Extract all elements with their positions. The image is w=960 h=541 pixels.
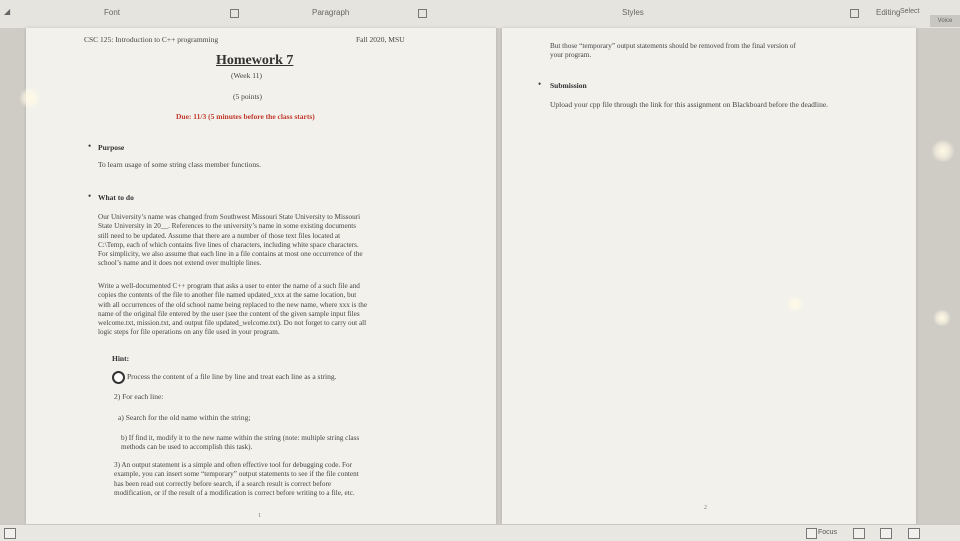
paragraph-1-line: Our University’s name was changed from S… [98,213,361,221]
paragraph-2-line: with all occurrences of the old school n… [98,300,368,309]
status-bar: Focus [0,524,960,541]
hint-step-2b-line: methods can be used to accomplish this t… [121,443,253,452]
hint-step-2b-line: b) If find it, modify it to the new name… [121,434,360,442]
homework-title: Homework 7 [216,53,294,68]
note-line: But those “temporary” output statements … [550,42,796,50]
styles-dialog-launcher-icon[interactable] [850,9,859,18]
document-area: CSC 125: Introduction to C++ programming… [0,28,960,524]
glare-spot [18,88,42,108]
paragraph-2-line: Write a well-documented C++ program that… [98,282,360,290]
voice-button[interactable]: Voice [930,15,960,27]
page-2[interactable]: But those “temporary” output statements … [502,28,916,524]
page-number-1: 1 [258,513,261,519]
course-title: CSC 125: Introduction to C++ programming [84,35,219,44]
page-icon[interactable] [4,528,16,539]
focus-button[interactable]: Focus [818,529,837,536]
paragraph-2-line: logic steps for file operations on any f… [98,328,280,337]
glare-spot [932,310,952,326]
purpose-heading: Purpose [98,143,125,152]
points-label: (5 points) [233,92,262,101]
hint-step-3-line: modification, or if the result of a modi… [114,488,355,497]
due-date: Due: 11/3 (5 minutes before the class st… [176,112,315,121]
font-dialog-launcher-icon[interactable] [230,9,239,18]
purpose-text: To learn usage of some string class memb… [98,160,261,169]
paragraph-2-line: name of the original file entered by the… [98,309,360,318]
paragraph-1: Our University’s name was changed from S… [98,213,363,269]
font-group-label: Font [104,8,121,17]
hint-step-3-line: has been read out correctly before searc… [114,479,332,488]
read-mode-icon[interactable] [853,528,865,539]
temporary-output-note: But those “temporary” output statements … [550,42,796,61]
paragraph-1-line: school’s name and it does not extend ove… [98,259,262,268]
hint-step-3-line: 3) An output statement is a simple and o… [114,461,352,469]
glare-spot [930,140,956,162]
styles-group-label: Styles [622,8,644,17]
purpose-bullet: • [88,141,92,151]
paragraph-1-line: State University in 20__. References to … [98,222,357,231]
submission-bullet: • [538,79,542,89]
hint-step-3: 3) An output statement is a simple and o… [114,461,359,498]
hint-step-2a: a) Search for the old name within the st… [118,413,251,422]
note-line: your program. [550,51,592,60]
paragraph-2-line: welcome.txt, mission.txt, and output fil… [98,319,367,328]
paragraph-1-line: still need to be updated. Assume that th… [98,231,341,240]
launcher-icon[interactable]: ◢ [4,7,10,16]
page-number-2: 2 [704,505,707,511]
glare-spot [786,296,804,312]
hint-heading: Hint: [112,354,130,363]
hint-step-2b: b) If find it, modify it to the new name… [121,434,359,453]
text-cursor-circle-icon [112,371,125,384]
paragraph-1-line: C:\Temp, each of which contains five lin… [98,240,359,249]
hint-step-2: 2) For each line: [114,392,164,401]
editing-group-label[interactable]: Editing [876,8,900,17]
ribbon: ◢ Font Paragraph Styles Editing Select V… [0,0,960,29]
paragraph-dialog-launcher-icon[interactable] [418,9,427,18]
whattodo-heading: What to do [98,193,134,202]
submission-text: Upload your cpp file through the link fo… [550,100,829,109]
submission-heading: Submission [550,81,587,90]
whattodo-bullet: • [88,191,92,201]
web-layout-icon[interactable] [908,528,920,539]
focus-icon[interactable] [806,528,817,539]
page-1[interactable]: CSC 125: Introduction to C++ programming… [26,28,496,524]
paragraph-group-label: Paragraph [312,8,350,17]
paragraph-1-line: For simplicity, we also assume that each… [98,250,363,259]
week-label: (Week 11) [231,71,262,80]
hint-step-3-line: example, you can insert some “temporary”… [114,470,359,479]
term-label: Fall 2020, MSU [356,35,405,44]
hint-step-1: Process the content of a file line by li… [127,372,337,381]
print-layout-icon[interactable] [880,528,892,539]
paragraph-2-line: copies the contents of the file to anoth… [98,291,357,300]
paragraph-2: Write a well-documented C++ program that… [98,282,367,338]
